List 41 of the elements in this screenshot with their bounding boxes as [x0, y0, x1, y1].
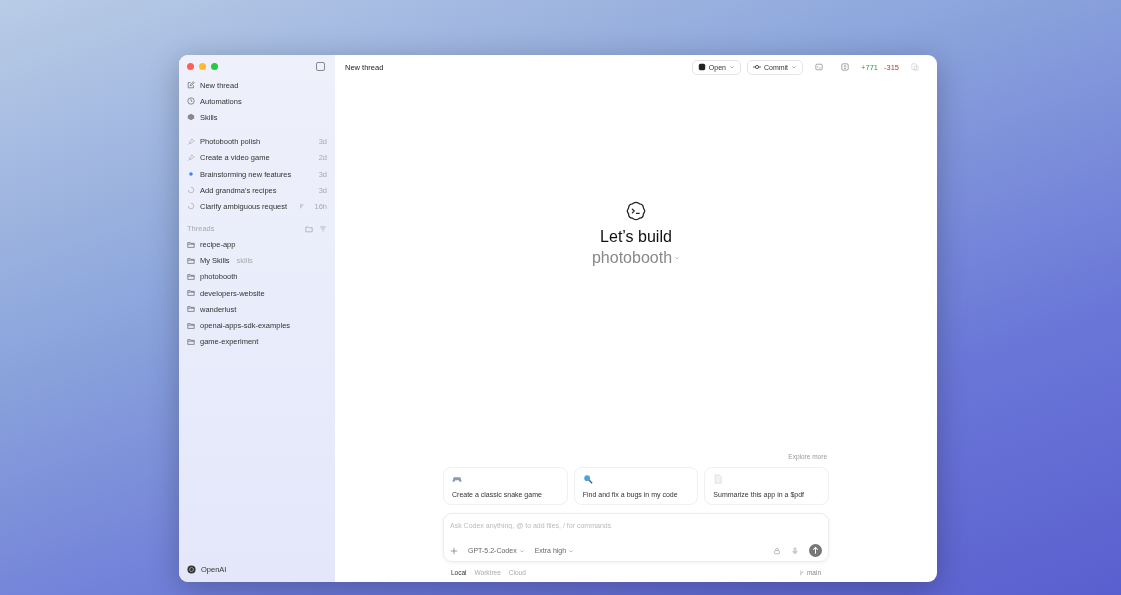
logo-icon	[187, 564, 196, 574]
terminal-icon[interactable]	[815, 63, 824, 71]
folder-icon	[187, 289, 195, 298]
chevron-icon	[674, 255, 681, 261]
folder-icon	[187, 321, 195, 330]
folder-icon	[187, 305, 195, 314]
chevron-icon	[518, 547, 525, 554]
filter-icon[interactable]	[319, 224, 327, 233]
chevron-icon	[728, 64, 735, 70]
commit-icon	[752, 63, 761, 71]
folder-icon	[187, 337, 195, 346]
minimize-button[interactable]	[199, 62, 206, 70]
cloud-terminal-icon	[625, 200, 647, 222]
lock-icon[interactable]	[773, 546, 781, 555]
send-button[interactable]	[809, 544, 822, 557]
folder-icon	[187, 272, 195, 281]
diff-icon[interactable]	[841, 63, 850, 71]
cube-icon	[187, 113, 195, 122]
maximize-button[interactable]	[211, 62, 218, 70]
app-icon	[697, 63, 706, 71]
pin-icon	[187, 153, 195, 162]
pin-icon	[187, 137, 195, 146]
new-folder-icon[interactable]	[305, 224, 313, 233]
document-icon	[713, 474, 724, 484]
project-selector[interactable]: photobooth	[591, 249, 681, 267]
gamepad-icon	[452, 474, 462, 484]
plus-icon[interactable]	[450, 546, 458, 555]
microphone-icon[interactable]	[791, 546, 799, 555]
folder-icon	[187, 240, 195, 249]
chevron-icon	[568, 547, 575, 554]
close-button[interactable]	[187, 62, 194, 70]
magnifier-icon	[582, 474, 593, 484]
chevron-icon	[791, 64, 798, 70]
clock-icon	[187, 97, 195, 106]
unread-dot-icon	[187, 170, 195, 179]
folder-icon	[187, 256, 195, 265]
edit-icon	[187, 81, 195, 90]
sidebar-toggle-icon[interactable]	[316, 61, 325, 71]
hero-title: Let’s build	[600, 228, 672, 246]
branch-icon	[798, 569, 805, 576]
copy-icon[interactable]	[911, 63, 919, 71]
